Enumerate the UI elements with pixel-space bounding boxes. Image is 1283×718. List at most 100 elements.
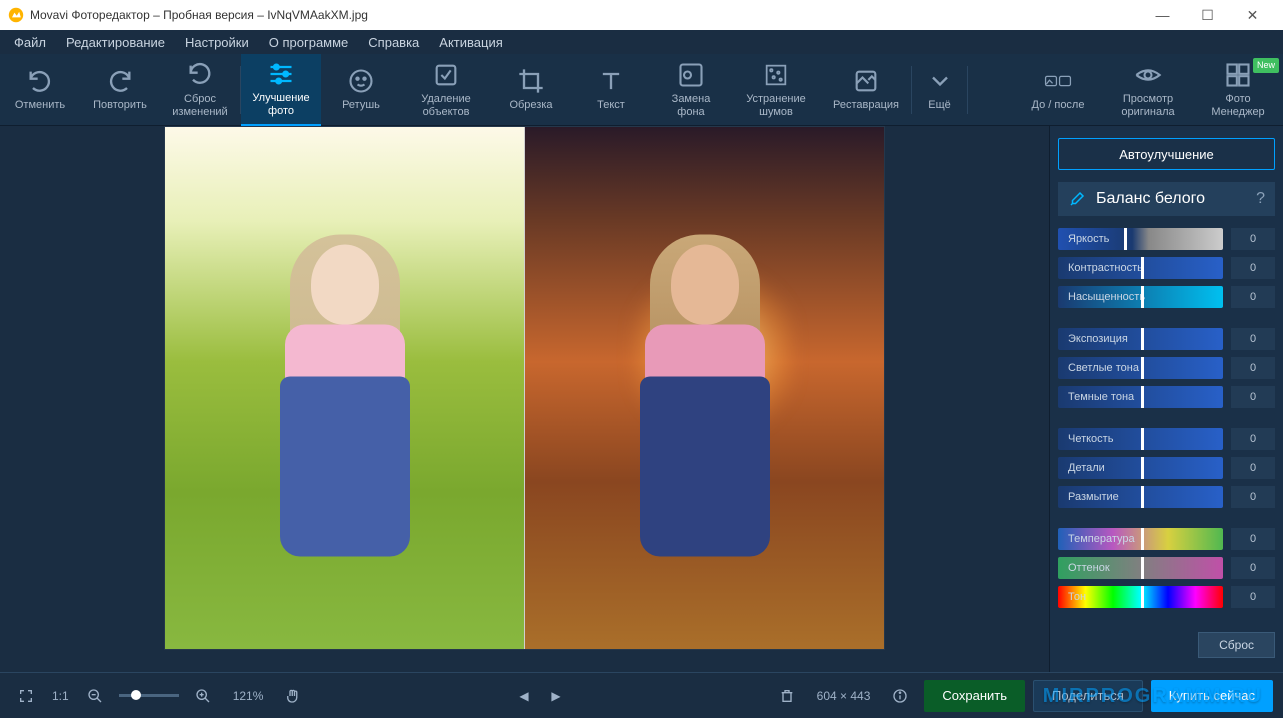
slider-value[interactable]: 0 <box>1231 257 1275 279</box>
slider-row: Контрастность 0 <box>1058 255 1275 281</box>
wb-help-icon[interactable]: ? <box>1256 190 1265 208</box>
before-image <box>165 127 524 649</box>
bg-replace-tab[interactable]: Замена фона <box>651 54 731 126</box>
slider-label: Температура <box>1068 533 1135 545</box>
slider-label: Тон <box>1068 591 1086 603</box>
save-button[interactable]: Сохранить <box>924 680 1025 712</box>
share-button[interactable]: Поделиться <box>1033 680 1143 712</box>
hand-tool-button[interactable] <box>279 682 307 710</box>
undo-button[interactable]: Отменить <box>0 54 80 126</box>
face-icon <box>347 67 375 95</box>
grid-icon <box>1224 61 1252 89</box>
panel-reset-button[interactable]: Сброс <box>1198 632 1275 658</box>
buy-button[interactable]: Купить сейчас <box>1151 680 1273 712</box>
preview-original-button[interactable]: Просмотр оригинала <box>1103 54 1193 126</box>
reset-changes-button[interactable]: Сброс изменений <box>160 54 240 126</box>
text-icon <box>597 67 625 95</box>
maximize-button[interactable]: ☐ <box>1185 0 1230 30</box>
slider-row: Тон 0 <box>1058 584 1275 610</box>
menu-edit[interactable]: Редактирование <box>56 35 175 50</box>
slider-value[interactable]: 0 <box>1231 486 1275 508</box>
slider-Размытие[interactable]: Размытие <box>1058 486 1223 508</box>
crop-tab[interactable]: Обрезка <box>491 54 571 126</box>
slider-Контрастность[interactable]: Контрастность <box>1058 257 1223 279</box>
slider-Оттенок[interactable]: Оттенок <box>1058 557 1223 579</box>
slider-Экспозиция[interactable]: Экспозиция <box>1058 328 1223 350</box>
zoom-slider[interactable] <box>119 694 179 697</box>
adjustment-panel: Автоулучшение Баланс белого ? Яркость0Ко… <box>1049 126 1283 672</box>
noise-icon <box>762 61 790 89</box>
zoom-out-button[interactable] <box>81 682 109 710</box>
slider-label: Детали <box>1068 462 1105 474</box>
zoom-in-button[interactable] <box>189 682 217 710</box>
redo-icon <box>106 67 134 95</box>
zoom-value: 121% <box>233 689 264 703</box>
slider-row: Экспозиция 0 <box>1058 326 1275 352</box>
menu-help[interactable]: Справка <box>358 35 429 50</box>
slider-Светлые тона[interactable]: Светлые тона <box>1058 357 1223 379</box>
enhance-tab[interactable]: Улучшение фото <box>241 54 321 126</box>
slider-value[interactable]: 0 <box>1231 357 1275 379</box>
minimize-button[interactable]: — <box>1140 0 1185 30</box>
slider-value[interactable]: 0 <box>1231 428 1275 450</box>
auto-enhance-button[interactable]: Автоулучшение <box>1058 138 1275 170</box>
slider-Детали[interactable]: Детали <box>1058 457 1223 479</box>
slider-Тон[interactable]: Тон <box>1058 586 1223 608</box>
next-image-button[interactable]: ▶ <box>542 682 570 710</box>
text-tab[interactable]: Текст <box>571 54 651 126</box>
app-logo-icon <box>8 7 24 23</box>
delete-button[interactable] <box>773 682 801 710</box>
image-dimensions: 604 × 443 <box>817 689 871 703</box>
menu-activate[interactable]: Активация <box>429 35 512 50</box>
close-button[interactable]: ✕ <box>1230 0 1275 30</box>
slider-value[interactable]: 0 <box>1231 286 1275 308</box>
canvas-area <box>0 126 1049 672</box>
after-image <box>525 127 884 649</box>
slider-value[interactable]: 0 <box>1231 586 1275 608</box>
info-icon <box>892 688 908 704</box>
before-after-view[interactable] <box>164 126 885 650</box>
new-badge: New <box>1253 58 1279 73</box>
noise-removal-tab[interactable]: Устранение шумов <box>731 54 821 126</box>
info-button[interactable] <box>886 682 914 710</box>
restore-tab[interactable]: Реставрация <box>821 54 911 126</box>
redo-button[interactable]: Повторить <box>80 54 160 126</box>
eyedropper-icon <box>1068 190 1086 208</box>
slider-row: Оттенок 0 <box>1058 555 1275 581</box>
slider-value[interactable]: 0 <box>1231 386 1275 408</box>
slider-label: Четкость <box>1068 433 1113 445</box>
magic-icon <box>432 61 460 89</box>
slider-value[interactable]: 0 <box>1231 328 1275 350</box>
slider-Темные тона[interactable]: Темные тона <box>1058 386 1223 408</box>
menu-file[interactable]: Файл <box>4 35 56 50</box>
slider-Температура[interactable]: Температура <box>1058 528 1223 550</box>
slider-Яркость[interactable]: Яркость <box>1058 228 1223 250</box>
slider-value[interactable]: 0 <box>1231 457 1275 479</box>
slider-value[interactable]: 0 <box>1231 557 1275 579</box>
slider-value[interactable]: 0 <box>1231 528 1275 550</box>
fullscreen-button[interactable] <box>12 682 40 710</box>
status-bar: 1:1 121% ◀ ▶ 604 × 443 Сохранить Поделит… <box>0 672 1283 718</box>
eye-icon <box>1134 61 1162 89</box>
more-button[interactable]: Ещё <box>912 54 967 126</box>
chevron-down-icon <box>926 67 954 95</box>
white-balance-row[interactable]: Баланс белого ? <box>1058 182 1275 216</box>
menu-settings[interactable]: Настройки <box>175 35 259 50</box>
menu-about[interactable]: О программе <box>259 35 359 50</box>
slider-label: Оттенок <box>1068 562 1110 574</box>
menubar: Файл Редактирование Настройки О программ… <box>0 30 1283 54</box>
prev-image-button[interactable]: ◀ <box>510 682 538 710</box>
before-after-button[interactable]: До / после <box>1013 54 1103 126</box>
slider-label: Светлые тона <box>1068 362 1139 374</box>
zoom-ratio[interactable]: 1:1 <box>52 689 69 703</box>
slider-Насыщенность[interactable]: Насыщенность <box>1058 286 1223 308</box>
remove-objects-tab[interactable]: Удаление объектов <box>401 54 491 126</box>
slider-value[interactable]: 0 <box>1231 228 1275 250</box>
photo-manager-button[interactable]: NewФото Менеджер <box>1193 54 1283 126</box>
toolbar: Отменить Повторить Сброс изменений Улучш… <box>0 54 1283 126</box>
slider-label: Насыщенность <box>1068 291 1145 303</box>
slider-Четкость[interactable]: Четкость <box>1058 428 1223 450</box>
retouch-tab[interactable]: Ретушь <box>321 54 401 126</box>
white-balance-label: Баланс белого <box>1096 190 1205 208</box>
zoom-in-icon <box>195 688 211 704</box>
